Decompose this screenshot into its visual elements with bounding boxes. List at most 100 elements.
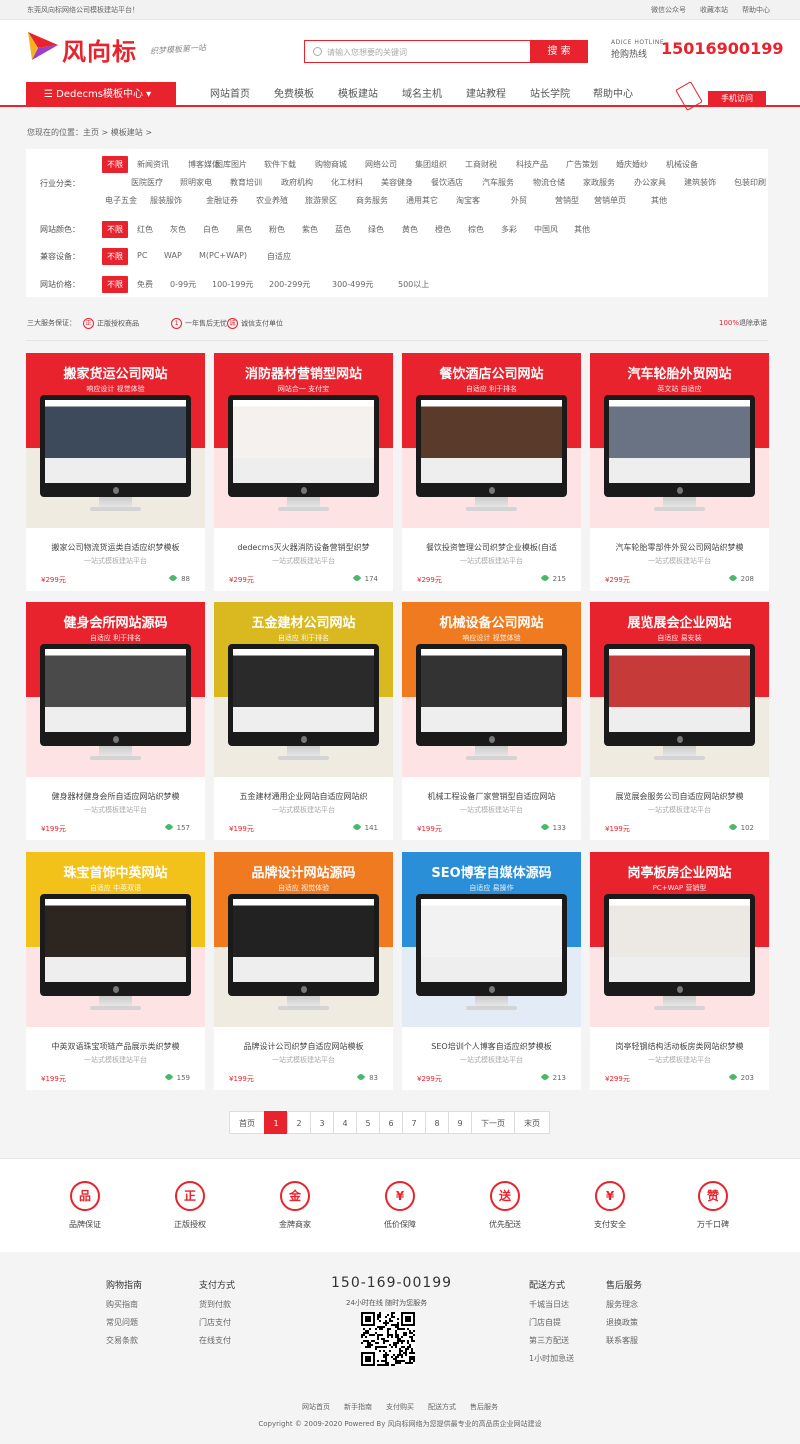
filter-industry-item[interactable]: 化工材料 (331, 177, 363, 188)
template-card[interactable]: 岗亭板房企业网站 PC+WAP 营销型 岗亭轻钢结构活动板房类网站织梦模 一站式模板建… (590, 852, 769, 1090)
filter-industry-item[interactable]: 婚庆婚纱 (616, 159, 648, 170)
card-banner[interactable]: 汽车轮胎外贸网站 英文站 自适应 (590, 353, 769, 528)
card-banner[interactable]: 展览展会企业网站 自适应 易安装 (590, 602, 769, 777)
footer-link[interactable]: 在线支付 (199, 1335, 235, 1346)
filter-device-item[interactable]: PC (137, 251, 147, 260)
filter-industry-item[interactable]: 办公家具 (634, 177, 666, 188)
card-title[interactable]: 五金建材通用企业网站自适应网站织 (214, 791, 393, 802)
filter-industry-item[interactable]: 集团组织 (415, 159, 447, 170)
filter-industry-item[interactable]: 美容健身 (381, 177, 413, 188)
filter-industry-item[interactable]: 商务服务 (356, 195, 388, 206)
nav-item-help[interactable]: 帮助中心 (593, 82, 633, 107)
nav-item-home[interactable]: 网站首页 (210, 82, 250, 107)
card-banner[interactable]: 五金建材公司网站 自适应 利于排名 (214, 602, 393, 777)
footer-link[interactable]: 门店自提 (529, 1317, 574, 1328)
filter-color-item[interactable]: 灰色 (170, 224, 186, 235)
filter-color-item[interactable]: 黑色 (236, 224, 252, 235)
filter-industry-item[interactable]: 科技产品 (516, 159, 548, 170)
card-banner[interactable]: 岗亭板房企业网站 PC+WAP 营销型 (590, 852, 769, 1027)
page-number[interactable]: 2 (287, 1111, 311, 1134)
filter-industry-item[interactable]: 医院医疗 (131, 177, 163, 188)
footer-link[interactable]: 交易条款 (106, 1335, 142, 1346)
card-title[interactable]: 餐饮投资管理公司织梦企业模板(自适 (402, 542, 581, 553)
footer-bottom-link[interactable]: 网站首页 (302, 1403, 330, 1411)
filter-color-item[interactable]: 绿色 (368, 224, 384, 235)
search-button[interactable]: 搜 索 (530, 40, 588, 63)
filter-industry-item[interactable]: 旅游景区 (305, 195, 337, 206)
card-title[interactable]: 岗亭轻钢结构活动板房类网站织梦模 (590, 1041, 769, 1052)
filter-industry-item[interactable]: 照明家电 (180, 177, 212, 188)
filter-industry-item[interactable]: 教育培训 (230, 177, 262, 188)
card-title[interactable]: 汽车轮胎零部件外贸公司网站织梦模 (590, 542, 769, 553)
filter-color-item[interactable]: 中国风 (534, 224, 558, 235)
filter-device-item[interactable]: 自适应 (267, 251, 291, 262)
card-title[interactable]: SEO培训个人博客自适应织梦模板 (402, 1041, 581, 1052)
template-card[interactable]: 汽车轮胎外贸网站 英文站 自适应 汽车轮胎零部件外贸公司网站织梦模 一站式模板建站平台… (590, 353, 769, 591)
nav-item-free[interactable]: 免费模板 (274, 82, 314, 107)
template-card[interactable]: 品牌设计网站源码 自适应 视觉体验 品牌设计公司织梦自适应网站模板 一站式模板建站平台… (214, 852, 393, 1090)
footer-bottom-link[interactable]: 支付购买 (386, 1403, 414, 1411)
page-number[interactable]: 8 (425, 1111, 449, 1134)
footer-bottom-link[interactable]: 配送方式 (428, 1403, 456, 1411)
page-next[interactable]: 下一页 (471, 1111, 515, 1134)
filter-industry-item[interactable]: 软件下载 (264, 159, 296, 170)
filter-price-item[interactable]: 200-299元 (269, 279, 310, 290)
filter-color-item[interactable]: 多彩 (501, 224, 517, 235)
filter-industry-item[interactable]: 淘宝客 (456, 195, 480, 206)
filter-industry-item[interactable]: 建筑装饰 (684, 177, 716, 188)
card-title[interactable]: 机械工程设备厂家营销型自适应网站 (402, 791, 581, 802)
filter-industry-item[interactable]: 餐饮酒店 (431, 177, 463, 188)
filter-industry-item[interactable]: 网络公司 (365, 159, 397, 170)
card-banner[interactable]: 健身会所网站源码 自适应 利于排名 (26, 602, 205, 777)
footer-link[interactable]: 联系客服 (606, 1335, 642, 1346)
template-card[interactable]: 机械设备公司网站 响应设计 视觉体验 机械工程设备厂家营销型自适应网站 一站式模板建站… (402, 602, 581, 840)
footer-link[interactable]: 千城当日达 (529, 1299, 574, 1310)
filter-color-item[interactable]: 其他 (574, 224, 590, 235)
filter-industry-item[interactable]: 农业养殖 (256, 195, 288, 206)
filter-color-item[interactable]: 棕色 (468, 224, 484, 235)
card-title[interactable]: dedecms灭火器消防设备营销型织梦 (214, 542, 393, 553)
filter-color-item[interactable]: 橙色 (435, 224, 451, 235)
page-number[interactable]: 5 (356, 1111, 380, 1134)
template-card[interactable]: 健身会所网站源码 自适应 利于排名 健身器材健身会所自适应网站织梦模 一站式模板建站平… (26, 602, 205, 840)
brand-name[interactable]: 风向标 (62, 32, 137, 67)
page-first[interactable]: 首页 (229, 1111, 265, 1134)
footer-link[interactable]: 常见问题 (106, 1317, 142, 1328)
filter-color-item[interactable]: 紫色 (302, 224, 318, 235)
template-card[interactable]: 五金建材公司网站 自适应 利于排名 五金建材通用企业网站自适应网站织 一站式模板建站平… (214, 602, 393, 840)
card-banner[interactable]: 消防器材营销型网站 网站合一 支付宝 (214, 353, 393, 528)
filter-industry-item[interactable]: 金融证券 (206, 195, 238, 206)
filter-color-item[interactable]: 黄色 (402, 224, 418, 235)
filter-color-item[interactable]: 白色 (203, 224, 219, 235)
wechat-link[interactable]: 微信公众号 (651, 5, 686, 15)
nav-item-domain[interactable]: 域名主机 (402, 82, 442, 107)
template-card[interactable]: 珠宝首饰中英网站 自适应 中英双语 中英双语珠宝项链产品展示类织梦模 一站式模板建站平… (26, 852, 205, 1090)
card-title[interactable]: 健身器材健身会所自适应网站织梦模 (26, 791, 205, 802)
page-number[interactable]: 7 (402, 1111, 426, 1134)
card-banner[interactable]: 珠宝首饰中英网站 自适应 中英双语 (26, 852, 205, 1027)
card-banner[interactable]: SEO博客自媒体源码 自适应 易操作 (402, 852, 581, 1027)
card-banner[interactable]: 搬家货运公司网站 响应设计 视觉体验 (26, 353, 205, 528)
footer-link[interactable]: 服务理念 (606, 1299, 642, 1310)
favorite-link[interactable]: 收藏本站 (700, 5, 728, 15)
footer-link[interactable]: 货到付款 (199, 1299, 235, 1310)
category-menu-button[interactable]: ☰ Dedecms模板中心 ▾ (26, 82, 176, 107)
page-number[interactable]: 1 (264, 1111, 288, 1134)
filter-price-item[interactable]: 300-499元 (332, 279, 373, 290)
filter-industry-item[interactable]: 新闻资讯 (137, 159, 169, 170)
footer-link[interactable]: 退换政策 (606, 1317, 642, 1328)
template-card[interactable]: 餐饮酒店公司网站 自适应 利于排名 餐饮投资管理公司织梦企业模板(自适 一站式模板建站… (402, 353, 581, 591)
filter-industry-item[interactable]: 物流仓储 (533, 177, 565, 188)
logo-icon[interactable] (28, 28, 60, 62)
card-banner[interactable]: 品牌设计网站源码 自适应 视觉体验 (214, 852, 393, 1027)
card-banner[interactable]: 餐饮酒店公司网站 自适应 利于排名 (402, 353, 581, 528)
filter-industry-item[interactable]: 图库图片 (215, 159, 247, 170)
filter-price-item[interactable]: 0-99元 (170, 279, 196, 290)
filter-industry-all[interactable]: 不限 (102, 156, 128, 173)
mobile-access-button[interactable]: 手机访问 (708, 91, 766, 107)
filter-industry-item[interactable]: 政府机构 (281, 177, 313, 188)
filter-industry-item[interactable]: 汽车服务 (482, 177, 514, 188)
footer-link[interactable]: 1小时加急送 (529, 1353, 574, 1364)
card-title[interactable]: 中英双语珠宝项链产品展示类织梦模 (26, 1041, 205, 1052)
footer-link[interactable]: 门店支付 (199, 1317, 235, 1328)
